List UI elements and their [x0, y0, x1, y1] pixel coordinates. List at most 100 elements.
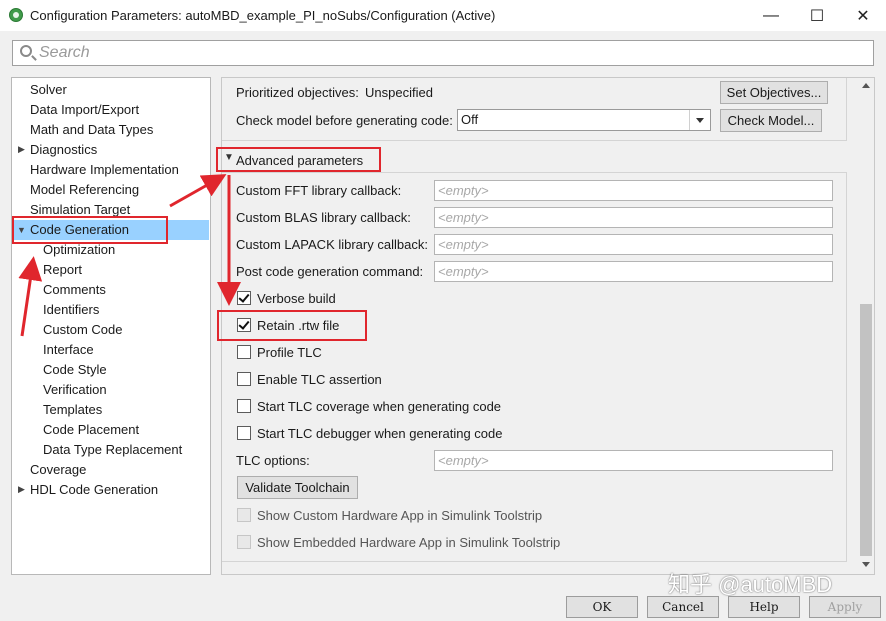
tree-item-label: Coverage [30, 462, 87, 477]
tree-item-hardware-implementation[interactable]: Hardware Implementation [30, 160, 179, 180]
close-button[interactable]: ✕ [840, 0, 886, 31]
tree-item-label: Model Referencing [30, 182, 140, 197]
advanced-parameters-group [222, 172, 847, 562]
tree-item-diagnostics[interactable]: Diagnostics [30, 140, 97, 160]
set-objectives-button[interactable]: Set Objectives... [720, 81, 828, 104]
check-model-button[interactable]: Check Model... [720, 109, 822, 132]
tree-item-label: Comments [43, 282, 106, 297]
custom-hw-app-label: Show Custom Hardware App in Simulink Too… [257, 508, 543, 523]
fft-callback-label: Custom FFT library callback: [236, 183, 402, 198]
minimize-button[interactable]: — [748, 0, 794, 31]
tree-item-report[interactable]: Report [43, 260, 82, 280]
search-icon [20, 45, 32, 57]
tree-item-label: Interface [43, 342, 94, 357]
scroll-up-icon[interactable] [862, 83, 870, 88]
tree-item-label: Code Placement [43, 422, 140, 437]
tree-item-model-referencing[interactable]: Model Referencing [30, 180, 139, 200]
maximize-button[interactable]: ☐ [794, 0, 840, 31]
tree-item-label: HDL Code Generation [30, 482, 159, 497]
expand-arrow-icon[interactable]: ▶ [18, 139, 26, 159]
embedded-hw-app-label: Show Embedded Hardware App in Simulink T… [257, 535, 561, 550]
tree-item-code-style[interactable]: Code Style [43, 360, 107, 380]
tree-item-label: Solver [30, 82, 67, 97]
tree-item-label: Hardware Implementation [30, 162, 179, 177]
tlc-options-input[interactable]: <empty> [434, 450, 833, 471]
blas-callback-placeholder: <empty> [438, 210, 489, 225]
tlc-debugger-checkbox[interactable] [237, 426, 251, 440]
lapack-callback-input[interactable]: <empty> [434, 234, 833, 255]
vertical-scrollbar[interactable] [858, 78, 874, 574]
tree-item-comments[interactable]: Comments [43, 280, 106, 300]
expand-arrow-icon[interactable]: ▶ [18, 479, 26, 499]
prioritized-objectives-value: Unspecified [365, 85, 433, 100]
tlc-options-placeholder: <empty> [438, 453, 489, 468]
check-model-select[interactable]: Off [457, 109, 711, 131]
tree-item-data-type-replacement[interactable]: Data Type Replacement [43, 440, 182, 460]
tree-item-label: Data Import/Export [30, 102, 140, 117]
tlc-assertion-label: Enable TLC assertion [257, 372, 382, 387]
validate-toolchain-button[interactable]: Validate Toolchain [237, 476, 358, 499]
verbose-build-checkbox[interactable] [237, 291, 251, 305]
tree-item-verification[interactable]: Verification [43, 380, 107, 400]
check-model-value: Off [461, 112, 479, 127]
chevron-down-icon[interactable] [689, 110, 710, 130]
fft-callback-input[interactable]: <empty> [434, 180, 833, 201]
tree-item-label: Code Style [43, 362, 107, 377]
tree-item-label: Diagnostics [30, 142, 98, 157]
search-input[interactable]: Search [12, 40, 874, 66]
tree-item-label: Optimization [43, 242, 116, 257]
embedded-hw-app-checkbox [237, 535, 251, 549]
watermark-text: 知乎 @autoMBD [668, 572, 833, 597]
fft-callback-placeholder: <empty> [438, 183, 489, 198]
tree-item-label: Simulation Target [30, 202, 131, 217]
blas-callback-label: Custom BLAS library callback: [236, 210, 411, 225]
highlight-code-generation [12, 216, 168, 244]
profile-tlc-label: Profile TLC [257, 345, 322, 360]
tlc-assertion-checkbox[interactable] [237, 372, 251, 386]
tree-item-label: Verification [43, 382, 107, 397]
apply-button: Apply [809, 596, 881, 618]
scroll-down-icon[interactable] [862, 562, 870, 567]
tree-item-label: Data Type Replacement [43, 442, 183, 457]
help-button[interactable]: Help [728, 596, 800, 618]
cancel-button[interactable]: Cancel [647, 596, 719, 618]
tlc-coverage-checkbox[interactable] [237, 399, 251, 413]
tree-item-label: Identifiers [43, 302, 100, 317]
search-placeholder: Search [39, 44, 90, 61]
tree-item-custom-code[interactable]: Custom Code [43, 320, 122, 340]
category-tree[interactable]: Solver Data Import/Export Math and Data … [11, 77, 211, 575]
tree-item-interface[interactable]: Interface [43, 340, 94, 360]
simulink-gear-icon [9, 8, 23, 22]
tree-item-code-placement[interactable]: Code Placement [43, 420, 139, 440]
profile-tlc-checkbox[interactable] [237, 345, 251, 359]
window-title: Configuration Parameters: autoMBD_exampl… [30, 8, 496, 23]
tree-item-math-and-data-types[interactable]: Math and Data Types [30, 120, 153, 140]
tree-item-label: Math and Data Types [30, 122, 154, 137]
tree-item-identifiers[interactable]: Identifiers [43, 300, 99, 320]
post-codegen-command-input[interactable]: <empty> [434, 261, 833, 282]
title-bar: Configuration Parameters: autoMBD_exampl… [0, 0, 886, 31]
lapack-callback-placeholder: <empty> [438, 237, 489, 252]
tree-item-hdl-code-generation[interactable]: HDL Code Generation [30, 480, 158, 500]
verbose-build-label: Verbose build [257, 291, 336, 306]
tlc-options-label: TLC options: [236, 453, 310, 468]
tree-item-label: Templates [43, 402, 103, 417]
post-codegen-command-placeholder: <empty> [438, 264, 489, 279]
scroll-thumb[interactable] [860, 304, 872, 556]
tree-item-label: Custom Code [43, 322, 123, 337]
check-model-label: Check model before generating code: [236, 113, 453, 128]
lapack-callback-label: Custom LAPACK library callback: [236, 237, 428, 252]
custom-hw-app-checkbox [237, 508, 251, 522]
tree-item-coverage[interactable]: Coverage [30, 460, 86, 480]
highlight-retain-rtw [217, 310, 367, 341]
tree-item-label: Report [43, 262, 83, 277]
blas-callback-input[interactable]: <empty> [434, 207, 833, 228]
post-codegen-command-label: Post code generation command: [236, 264, 424, 279]
tlc-debugger-label: Start TLC debugger when generating code [257, 426, 503, 441]
tree-item-data-import-export[interactable]: Data Import/Export [30, 100, 139, 120]
highlight-advanced-parameters [216, 147, 381, 172]
tlc-coverage-label: Start TLC coverage when generating code [257, 399, 502, 414]
tree-item-solver[interactable]: Solver [30, 80, 67, 100]
tree-item-templates[interactable]: Templates [43, 400, 102, 420]
ok-button[interactable]: OK [566, 596, 638, 618]
